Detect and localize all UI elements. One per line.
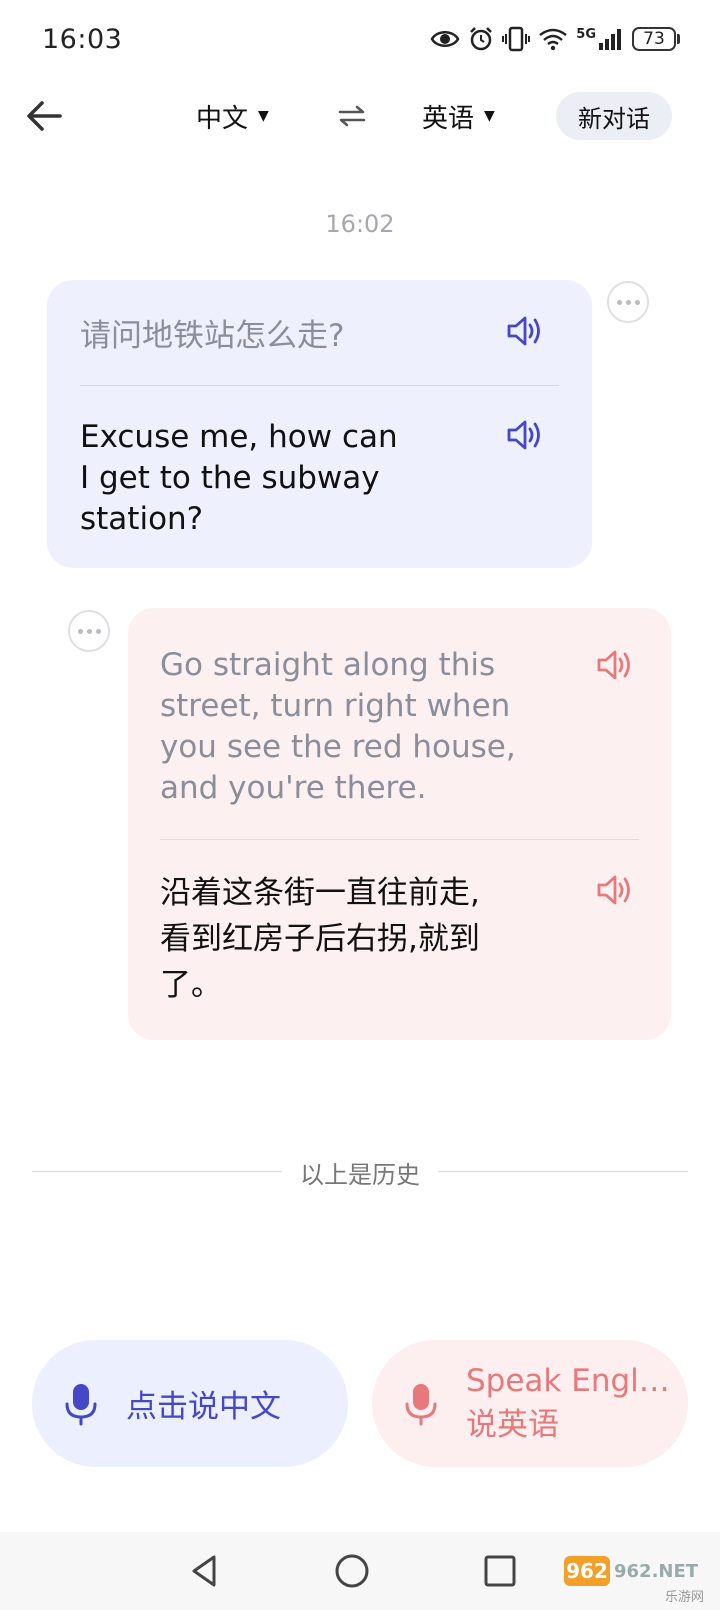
- speak-chinese-button[interactable]: 点击说中文: [32, 1340, 348, 1467]
- alarm-icon: [470, 27, 493, 51]
- speaker-icon: [507, 420, 540, 450]
- caret-down-icon: ▼: [258, 108, 269, 124]
- translation-line: I get to the subway: [80, 460, 380, 496]
- speak-english-button[interactable]: Speak English 说英语: [372, 1340, 688, 1467]
- source-language-label: 中文: [196, 103, 249, 134]
- nav-home-icon: [335, 1554, 369, 1588]
- target-language-select[interactable]: 英语 ▼: [422, 96, 495, 136]
- history-label-text: 以上是历史: [294, 1161, 426, 1189]
- play-source-button[interactable]: [596, 648, 634, 682]
- watermark-subtext: 乐游网: [664, 1590, 704, 1605]
- nav-recents-icon: [484, 1555, 516, 1587]
- status-icons: 5G 73: [430, 26, 680, 52]
- play-source-button[interactable]: [506, 314, 544, 348]
- more-icon: [77, 628, 83, 634]
- mic-icon: [405, 1383, 437, 1425]
- conversation-timestamp: 16:02: [325, 210, 395, 238]
- nav-back-button[interactable]: [184, 1549, 228, 1593]
- source-line: street, turn right when: [160, 688, 511, 724]
- vibrate-icon: [502, 26, 531, 52]
- nav-back-icon: [192, 1555, 216, 1587]
- play-translation-button[interactable]: [506, 418, 544, 452]
- bubble-divider: [80, 385, 559, 386]
- play-translation-button[interactable]: [596, 873, 634, 907]
- speaker-icon: [597, 875, 630, 905]
- watermark-logo: 962: [564, 1556, 610, 1586]
- signal-icon: [599, 29, 621, 50]
- mic-icon: [65, 1383, 97, 1425]
- other-translation-text: 沿着这条街一直往前走, 看到红房子后右拐,就到 了。: [160, 870, 580, 1008]
- battery-level: 73: [643, 29, 665, 49]
- speaker-icon: [597, 650, 630, 680]
- status-time: 16:03: [42, 24, 123, 55]
- translation-line: Excuse me, how can: [80, 419, 398, 455]
- source-language-select[interactable]: 中文 ▼: [196, 96, 269, 136]
- translation-line: station?: [80, 501, 204, 537]
- my-translation-text: Excuse me, how can I get to the subway s…: [80, 417, 430, 540]
- back-button[interactable]: [24, 96, 64, 136]
- network-type: 5G: [576, 26, 596, 42]
- wifi-icon: [539, 28, 568, 51]
- translation-line: 沿着这条街一直往前走,: [160, 875, 480, 911]
- source-line: and you're there.: [160, 770, 427, 806]
- bubble-divider: [160, 839, 639, 840]
- new-chat-button[interactable]: 新对话: [556, 92, 672, 140]
- other-message-more-button[interactable]: [68, 610, 110, 652]
- speak-english-sublabel: 说英语: [466, 1407, 559, 1443]
- translation-line: 了。: [160, 967, 222, 1003]
- swap-icon: [338, 105, 366, 127]
- eye-icon: [430, 31, 460, 47]
- target-language-label: 英语: [422, 103, 475, 134]
- watermark-text: 962.NET: [614, 1560, 699, 1582]
- my-source-text: 请问地铁站怎么走?: [80, 318, 345, 354]
- other-source-text: Go straight along this street, turn righ…: [160, 645, 560, 809]
- battery-icon: 73: [632, 27, 680, 51]
- nav-home-button[interactable]: [330, 1549, 374, 1593]
- translation-line: 看到红房子后右拐,就到: [160, 921, 480, 957]
- source-line: Go straight along this: [160, 647, 496, 683]
- nav-recents-button[interactable]: [478, 1549, 522, 1593]
- source-line: you see the red house,: [160, 729, 516, 765]
- site-watermark: 962 962.NET 乐游网: [564, 1556, 714, 1606]
- swap-languages-button[interactable]: [336, 100, 368, 132]
- more-icon: [616, 299, 622, 305]
- my-message-more-button[interactable]: [607, 281, 649, 323]
- speaker-icon: [507, 316, 540, 346]
- speak-english-label: Speak English: [466, 1363, 670, 1399]
- back-arrow-icon: [27, 101, 62, 131]
- speak-chinese-label: 点击说中文: [126, 1389, 281, 1425]
- history-label: 以上是历史: [0, 1155, 720, 1190]
- caret-down-icon: ▼: [484, 108, 495, 124]
